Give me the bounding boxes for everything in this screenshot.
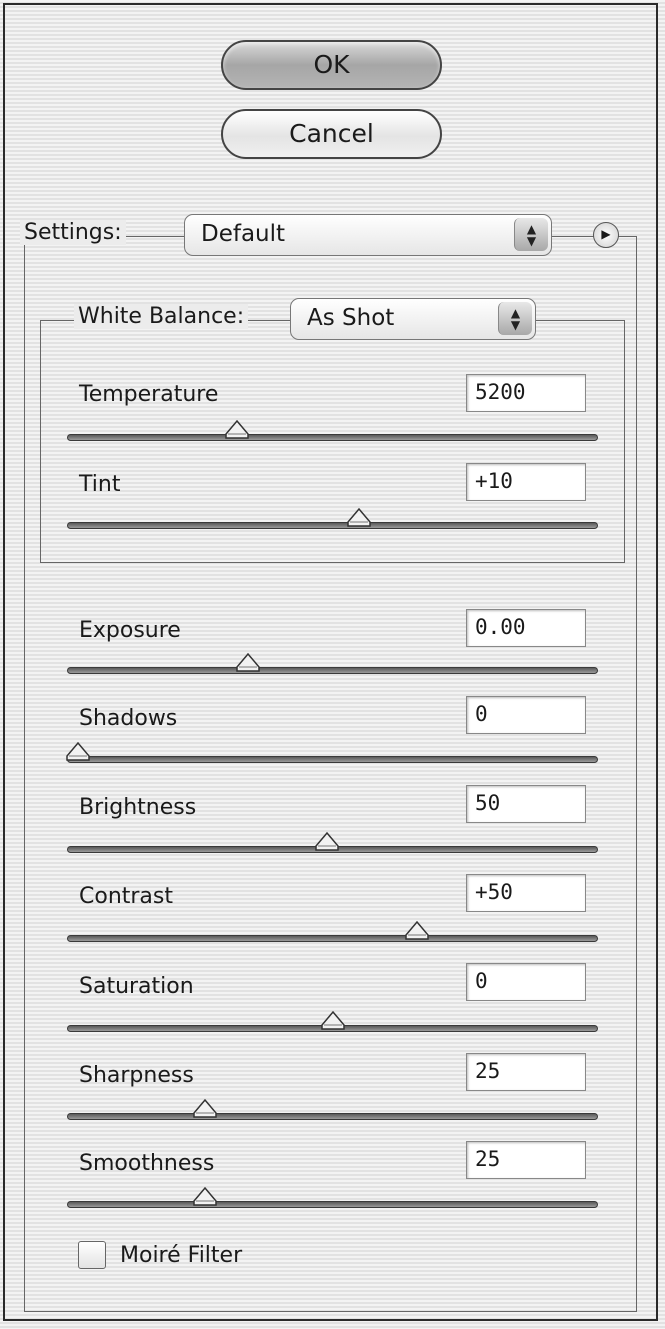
- smoothness-field[interactable]: 25: [466, 1141, 586, 1179]
- exposure-slider-thumb[interactable]: [235, 653, 261, 673]
- temperature-field[interactable]: 5200: [466, 374, 586, 412]
- popup-arrows-icon: ▲ ▼: [514, 218, 548, 251]
- temperature-label: Temperature: [79, 382, 219, 407]
- white-balance-label: White Balance:: [74, 304, 249, 329]
- settings-value: Default: [201, 221, 286, 247]
- smoothness-label: Smoothness: [79, 1151, 215, 1176]
- contrast-slider-track[interactable]: [67, 935, 598, 942]
- settings-connector: [558, 236, 590, 237]
- shadows-slider-track[interactable]: [67, 756, 598, 763]
- sharpness-slider-thumb[interactable]: [192, 1099, 218, 1119]
- smoothness-slider-track[interactable]: [67, 1201, 598, 1208]
- exposure-field[interactable]: 0.00: [466, 609, 586, 647]
- tint-label: Tint: [79, 472, 121, 497]
- saturation-slider-thumb[interactable]: [320, 1011, 346, 1031]
- saturation-label: Saturation: [79, 974, 194, 999]
- exposure-slider-track[interactable]: [67, 667, 598, 674]
- settings-popup[interactable]: Default ▲ ▼: [184, 214, 552, 256]
- settings-menu-button[interactable]: ▶: [593, 222, 619, 248]
- settings-label: Settings:: [20, 220, 126, 245]
- white-balance-popup[interactable]: As Shot ▲ ▼: [290, 298, 536, 340]
- sharpness-slider-track[interactable]: [67, 1113, 598, 1120]
- play-arrow-icon: ▶: [601, 227, 611, 241]
- sharpness-label: Sharpness: [79, 1063, 194, 1088]
- tint-slider-thumb[interactable]: [346, 508, 372, 528]
- brightness-label: Brightness: [79, 795, 197, 820]
- popup-arrows-icon: ▲ ▼: [498, 302, 532, 335]
- tint-field[interactable]: +10: [466, 463, 586, 501]
- shadows-label: Shadows: [79, 706, 178, 731]
- contrast-field[interactable]: +50: [466, 874, 586, 912]
- temperature-slider-thumb[interactable]: [224, 420, 250, 440]
- brightness-field[interactable]: 50: [466, 785, 586, 823]
- contrast-slider-thumb[interactable]: [404, 921, 430, 941]
- brightness-slider-thumb[interactable]: [314, 832, 340, 852]
- exposure-label: Exposure: [79, 618, 181, 643]
- sharpness-field[interactable]: 25: [466, 1053, 586, 1091]
- ok-button[interactable]: OK: [221, 40, 442, 90]
- saturation-field[interactable]: 0: [466, 963, 586, 1001]
- white-balance-value: As Shot: [307, 305, 395, 331]
- moire-filter-checkbox[interactable]: [78, 1241, 106, 1269]
- temperature-slider-track[interactable]: [67, 434, 598, 441]
- smoothness-slider-thumb[interactable]: [192, 1187, 218, 1207]
- cancel-button[interactable]: Cancel: [221, 109, 442, 159]
- shadows-slider-thumb[interactable]: [65, 742, 91, 762]
- shadows-field[interactable]: 0: [466, 696, 586, 734]
- tint-slider-track[interactable]: [67, 522, 598, 529]
- moire-filter-label: Moiré Filter: [120, 1243, 243, 1268]
- contrast-label: Contrast: [79, 884, 174, 909]
